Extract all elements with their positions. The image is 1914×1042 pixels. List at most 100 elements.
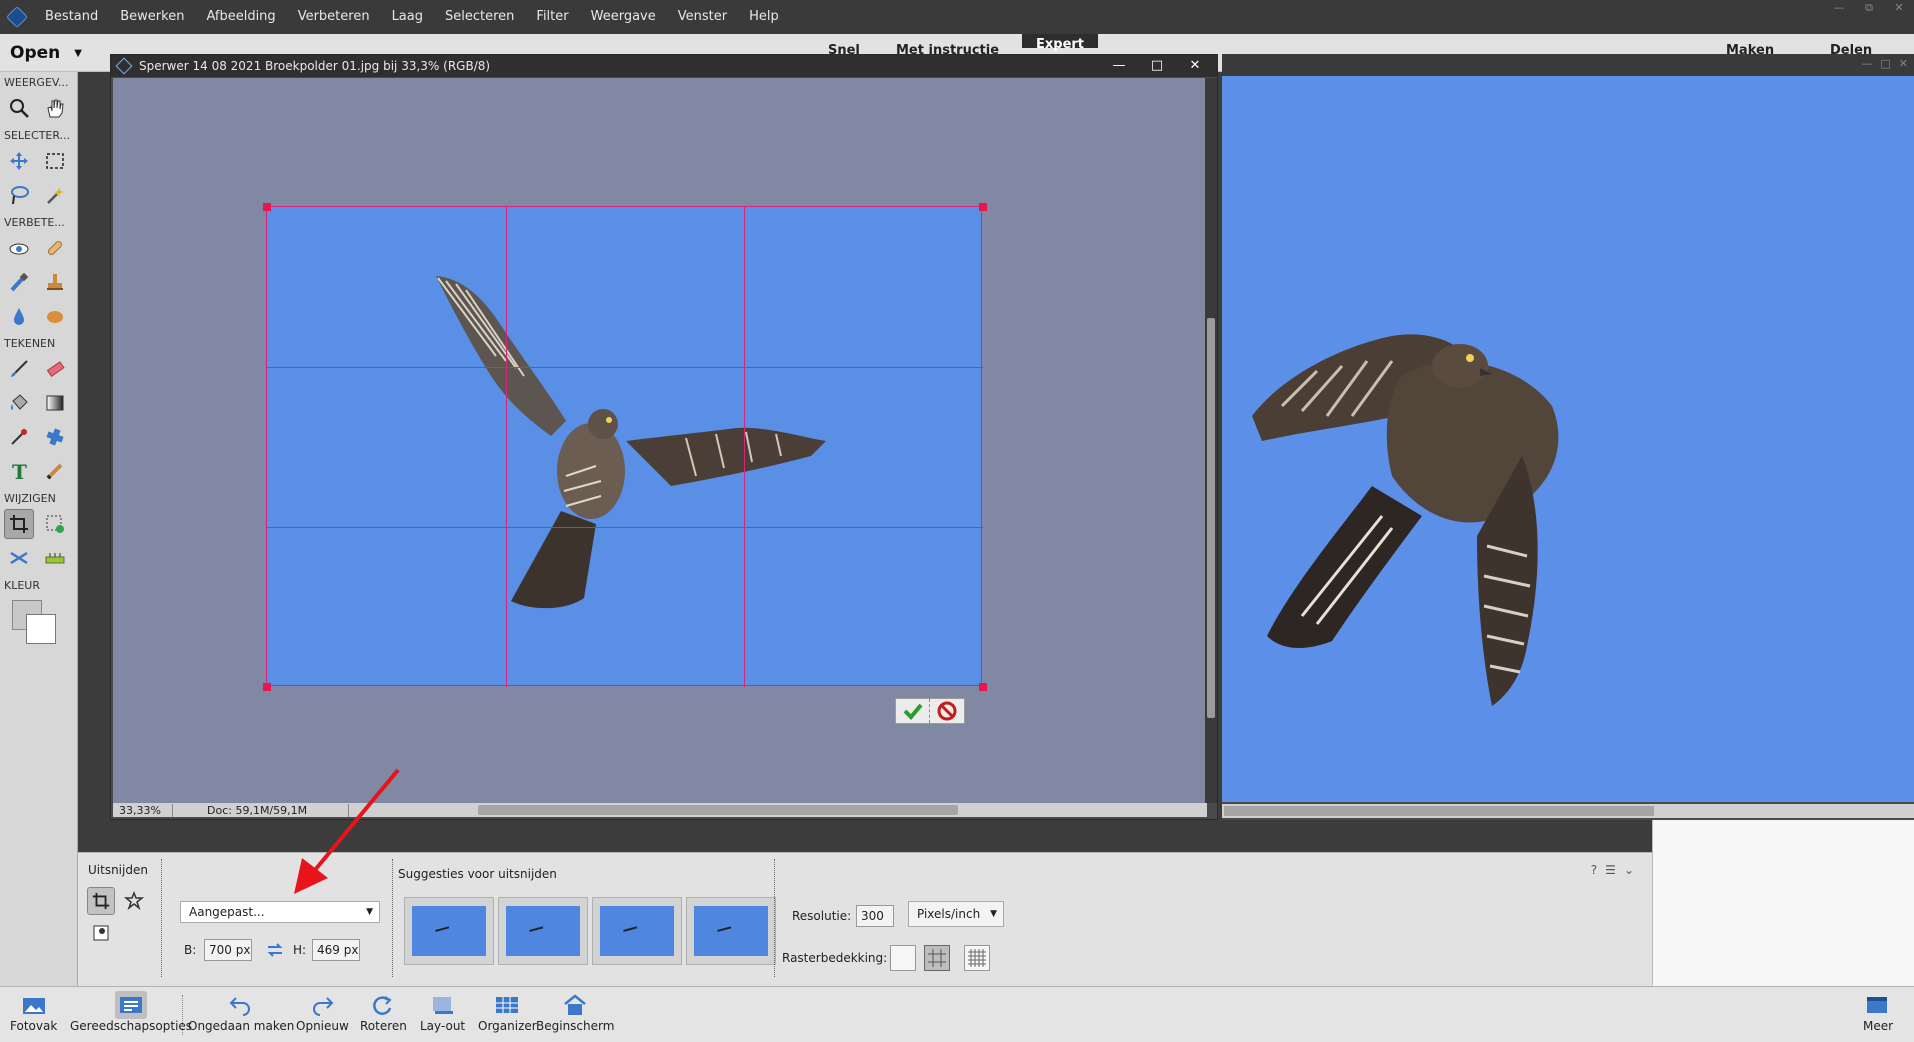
crop-mode-icon[interactable] xyxy=(87,887,115,915)
overlay-thirds-option[interactable] xyxy=(924,945,950,971)
bandage-icon[interactable] xyxy=(40,233,70,263)
more-button[interactable]: Meer xyxy=(1862,991,1894,1039)
overlay-none-option[interactable] xyxy=(890,945,916,971)
crop-suggestion-3[interactable] xyxy=(592,897,682,965)
home-screen-button[interactable]: Beginscherm xyxy=(536,991,614,1039)
content-aware-move-icon[interactable] xyxy=(4,543,34,573)
smart-brush-icon[interactable] xyxy=(4,267,34,297)
swap-dimensions-icon[interactable] xyxy=(266,942,284,962)
gereedschapsopties-button[interactable]: Gereedschapsopties xyxy=(70,991,192,1039)
minimize-icon[interactable]: — xyxy=(1824,0,1854,18)
doc2-close-icon[interactable]: ✕ xyxy=(1899,57,1908,70)
horizontal-scroll-thumb[interactable] xyxy=(478,805,958,815)
color-swatches[interactable] xyxy=(12,600,77,660)
section-weergeven: WEERGEV... xyxy=(4,76,69,89)
resolution-units-select[interactable]: Pixels/inch ▼ xyxy=(908,901,1004,927)
menu-venster[interactable]: Venster xyxy=(667,0,738,34)
second-horizontal-scroll-thumb[interactable] xyxy=(1224,806,1654,816)
open-button[interactable]: Open ▼ xyxy=(10,40,82,66)
straighten-icon[interactable] xyxy=(40,543,70,573)
menu-help[interactable]: Help xyxy=(738,0,790,34)
restore-icon[interactable]: ⧉ xyxy=(1854,0,1884,18)
marquee-icon[interactable] xyxy=(40,146,70,176)
brush-icon[interactable] xyxy=(4,354,34,384)
gradient-icon[interactable] xyxy=(40,388,70,418)
crop-suggestion-4[interactable] xyxy=(686,897,776,965)
commit-checkmark-icon[interactable] xyxy=(896,699,931,723)
height-field[interactable]: 469 px xyxy=(312,939,360,961)
crop-suggestion-2[interactable] xyxy=(498,897,588,965)
rotate-button[interactable]: Roteren xyxy=(360,991,407,1039)
width-field[interactable]: 700 px xyxy=(204,939,252,961)
cancel-crop-icon[interactable] xyxy=(930,699,964,723)
redo-button[interactable]: Opnieuw xyxy=(296,991,349,1039)
doc2-minimize-icon[interactable]: — xyxy=(1861,57,1872,70)
doc-maximize-icon[interactable]: □ xyxy=(1145,55,1169,77)
doc-close-icon[interactable]: ✕ xyxy=(1183,55,1207,77)
chevron-down-icon[interactable]: ▼ xyxy=(74,48,82,59)
undo-label: Ongedaan maken xyxy=(188,1019,295,1033)
menu-laag[interactable]: Laag xyxy=(381,0,434,34)
red-eye-icon[interactable] xyxy=(4,233,34,263)
crop-overlay[interactable] xyxy=(263,203,987,691)
eyedropper-icon[interactable] xyxy=(4,422,34,452)
menu-bewerken[interactable]: Bewerken xyxy=(109,0,195,34)
magic-wand-icon[interactable] xyxy=(40,180,70,210)
tool-options-icon xyxy=(115,991,148,1019)
second-document-canvas[interactable] xyxy=(1222,76,1914,802)
overlay-grid-option[interactable] xyxy=(964,945,990,971)
doc2-maximize-icon[interactable]: □ xyxy=(1880,57,1890,70)
zoom-icon[interactable] xyxy=(4,93,34,123)
layout-button[interactable]: Lay-out xyxy=(420,991,465,1039)
lasso-icon[interactable] xyxy=(4,180,34,210)
menu-filter[interactable]: Filter xyxy=(525,0,579,34)
organizer-button[interactable]: Organizer xyxy=(478,991,537,1039)
crop-icon[interactable] xyxy=(4,509,34,539)
crop-corner-handle[interactable] xyxy=(979,683,987,691)
vertical-scrollbar[interactable] xyxy=(1205,78,1217,803)
clone-stamp-icon[interactable] xyxy=(40,267,70,297)
crop-preset-select[interactable]: Aangepast... ▼ xyxy=(180,901,380,923)
menu-selecteren[interactable]: Selecteren xyxy=(434,0,525,34)
custom-shape-icon[interactable] xyxy=(40,422,70,452)
separator xyxy=(392,859,393,977)
cookie-cutter-icon[interactable] xyxy=(120,887,148,915)
close-icon[interactable]: ✕ xyxy=(1884,0,1914,18)
sponge-icon[interactable] xyxy=(40,301,70,331)
menu-weergave[interactable]: Weergave xyxy=(580,0,667,34)
fotovak-button[interactable]: Fotovak xyxy=(10,991,57,1039)
redo-icon xyxy=(306,991,338,1019)
menu-afbeelding[interactable]: Afbeelding xyxy=(195,0,286,34)
menu-bestand[interactable]: Bestand xyxy=(34,0,109,34)
move-icon[interactable] xyxy=(4,146,34,176)
app-logo-icon xyxy=(0,0,34,34)
hand-icon[interactable] xyxy=(40,93,70,123)
collapse-chevron-icon[interactable]: ⌄ xyxy=(1624,863,1634,877)
type-icon[interactable]: T xyxy=(4,456,34,486)
background-color[interactable] xyxy=(26,614,56,644)
pencil-icon[interactable] xyxy=(40,456,70,486)
zoom-readout[interactable]: 33,33% xyxy=(113,803,173,817)
undo-button[interactable]: Ongedaan maken xyxy=(188,991,294,1039)
units-value: Pixels/inch xyxy=(917,907,981,921)
crop-corner-handle[interactable] xyxy=(979,203,987,211)
doc-minimize-icon[interactable]: — xyxy=(1107,55,1131,77)
blur-icon[interactable] xyxy=(4,301,34,331)
crop-corner-handle[interactable] xyxy=(263,203,271,211)
crop-suggestion-1[interactable] xyxy=(404,897,494,965)
resolution-field[interactable]: 300 xyxy=(856,905,894,927)
crop-corner-handle[interactable] xyxy=(263,683,271,691)
tab-expert[interactable]: Expert xyxy=(1022,34,1099,52)
recompose-icon[interactable] xyxy=(40,509,70,539)
menu-verbeteren[interactable]: Verbeteren xyxy=(287,0,381,34)
second-document-title-bar[interactable]: — □ ✕ xyxy=(1222,54,1914,76)
canvas-area[interactable] xyxy=(113,78,1205,803)
scroll-thumb[interactable] xyxy=(1207,318,1215,718)
eraser-icon[interactable] xyxy=(40,354,70,384)
paint-bucket-icon[interactable] xyxy=(4,388,34,418)
perspective-crop-icon[interactable] xyxy=(87,919,115,947)
options-title: Uitsnijden xyxy=(88,863,148,877)
panel-menu-icon[interactable]: ☰ xyxy=(1605,863,1616,877)
help-icon[interactable]: ? xyxy=(1591,863,1597,877)
document-title-bar[interactable]: Sperwer 14 08 2021 Broekpolder 01.jpg bi… xyxy=(111,55,1217,77)
